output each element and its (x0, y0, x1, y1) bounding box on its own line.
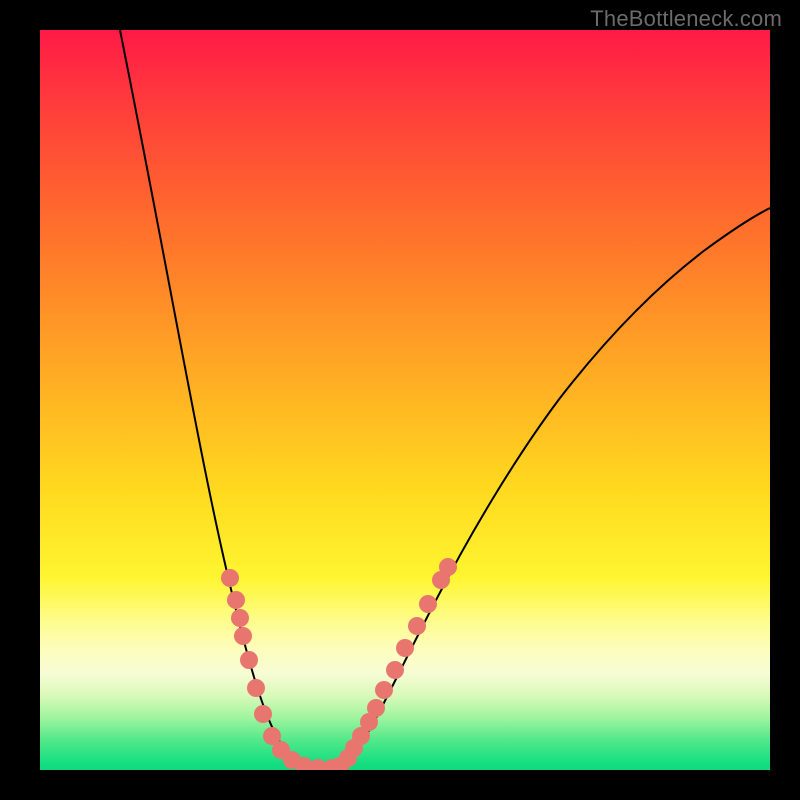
plot-area (40, 30, 770, 770)
data-marker (419, 595, 437, 613)
data-marker (367, 699, 385, 717)
data-marker (227, 591, 245, 609)
data-marker (439, 558, 457, 576)
data-marker (231, 609, 249, 627)
data-marker (221, 569, 239, 587)
data-marker (396, 639, 414, 657)
chart-svg (40, 30, 770, 770)
data-marker (386, 661, 404, 679)
chart-frame: TheBottleneck.com (0, 0, 800, 800)
data-marker (240, 651, 258, 669)
data-marker (375, 681, 393, 699)
marker-group-left (221, 569, 341, 770)
marker-group-right (331, 558, 457, 770)
data-marker (234, 627, 252, 645)
data-marker (247, 679, 265, 697)
data-marker (254, 705, 272, 723)
data-marker (408, 617, 426, 635)
watermark-text: TheBottleneck.com (590, 6, 782, 32)
bottleneck-curve (120, 30, 770, 768)
